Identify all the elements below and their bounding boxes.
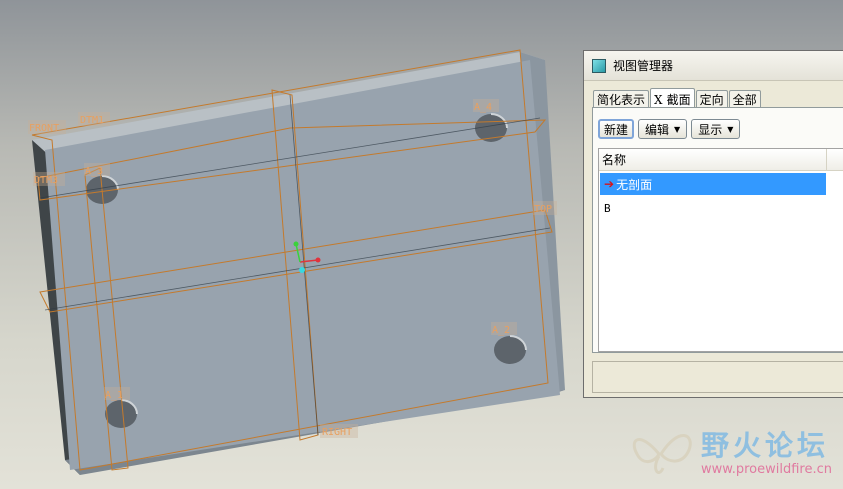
edit-button[interactable]: 编辑 ▼ (638, 119, 688, 139)
button-row: 新建 编辑 ▼ 显示 ▼ (598, 119, 741, 139)
watermark-logo: 野火论坛 www.proewildfire.cn (629, 420, 843, 485)
datum-label-right[interactable]: RIGHT (322, 427, 352, 438)
datum-label-dtm3[interactable]: DTM3 (34, 175, 58, 186)
cross-section-icon: X (654, 93, 663, 107)
list-column-header[interactable]: 名称 (599, 149, 843, 171)
new-button[interactable]: 新建 (598, 119, 635, 139)
tab-label: 定向 (699, 93, 724, 107)
active-arrow-icon: ➔ (604, 177, 615, 191)
edit-button-label: 编辑 (645, 122, 670, 137)
list-item-label: 无剖面 (616, 177, 653, 192)
dialog-status-area (592, 361, 843, 393)
list-item[interactable]: B (600, 197, 611, 219)
tab-content: 新建 编辑 ▼ 显示 ▼ 名称 ➔ 无剖面 B (592, 107, 843, 353)
section-list[interactable]: 名称 ➔ 无剖面 B (598, 148, 843, 352)
datum-label-top[interactable]: TOP (534, 204, 552, 215)
view-manager-dialog: 视图管理器 简化表示 X 截面 定向 全部 新建 编辑 ▼ 显示 ▼ 名称 ➔ … (583, 50, 843, 398)
axis-label-a3[interactable]: A_3 (85, 166, 103, 177)
tab-label: 截面 (666, 93, 691, 107)
datum-label-front[interactable]: FRONT (29, 123, 59, 134)
column-separator[interactable] (826, 149, 827, 171)
new-button-label: 新建 (604, 122, 629, 137)
axis-label-a1[interactable]: A_1 (105, 390, 123, 401)
chevron-down-icon: ▼ (727, 124, 734, 134)
datum-label-dtm1[interactable]: DTM1 (80, 115, 104, 126)
tab-label: 全部 (732, 93, 757, 107)
tab-label: 简化表示 (597, 93, 646, 107)
list-item-label: B (604, 201, 611, 215)
chevron-down-icon: ▼ (674, 124, 681, 134)
dialog-title: 视图管理器 (613, 59, 674, 73)
column-header-name: 名称 (602, 153, 627, 167)
app-icon (592, 58, 606, 73)
list-item[interactable]: ➔ 无剖面 (600, 173, 826, 195)
watermark-title: 野火论坛 (701, 429, 830, 462)
butterfly-logo-icon (632, 434, 692, 474)
watermark-url: www.proewildfire.cn (701, 462, 832, 477)
display-button-label: 显示 (698, 122, 723, 137)
axis-label-a4[interactable]: A_4 (474, 102, 492, 113)
dialog-titlebar[interactable]: 视图管理器 (584, 51, 843, 81)
axis-label-a2[interactable]: A_2 (492, 325, 510, 336)
display-button[interactable]: 显示 ▼ (691, 119, 741, 139)
tab-strip: 简化表示 X 截面 定向 全部 (593, 87, 762, 110)
